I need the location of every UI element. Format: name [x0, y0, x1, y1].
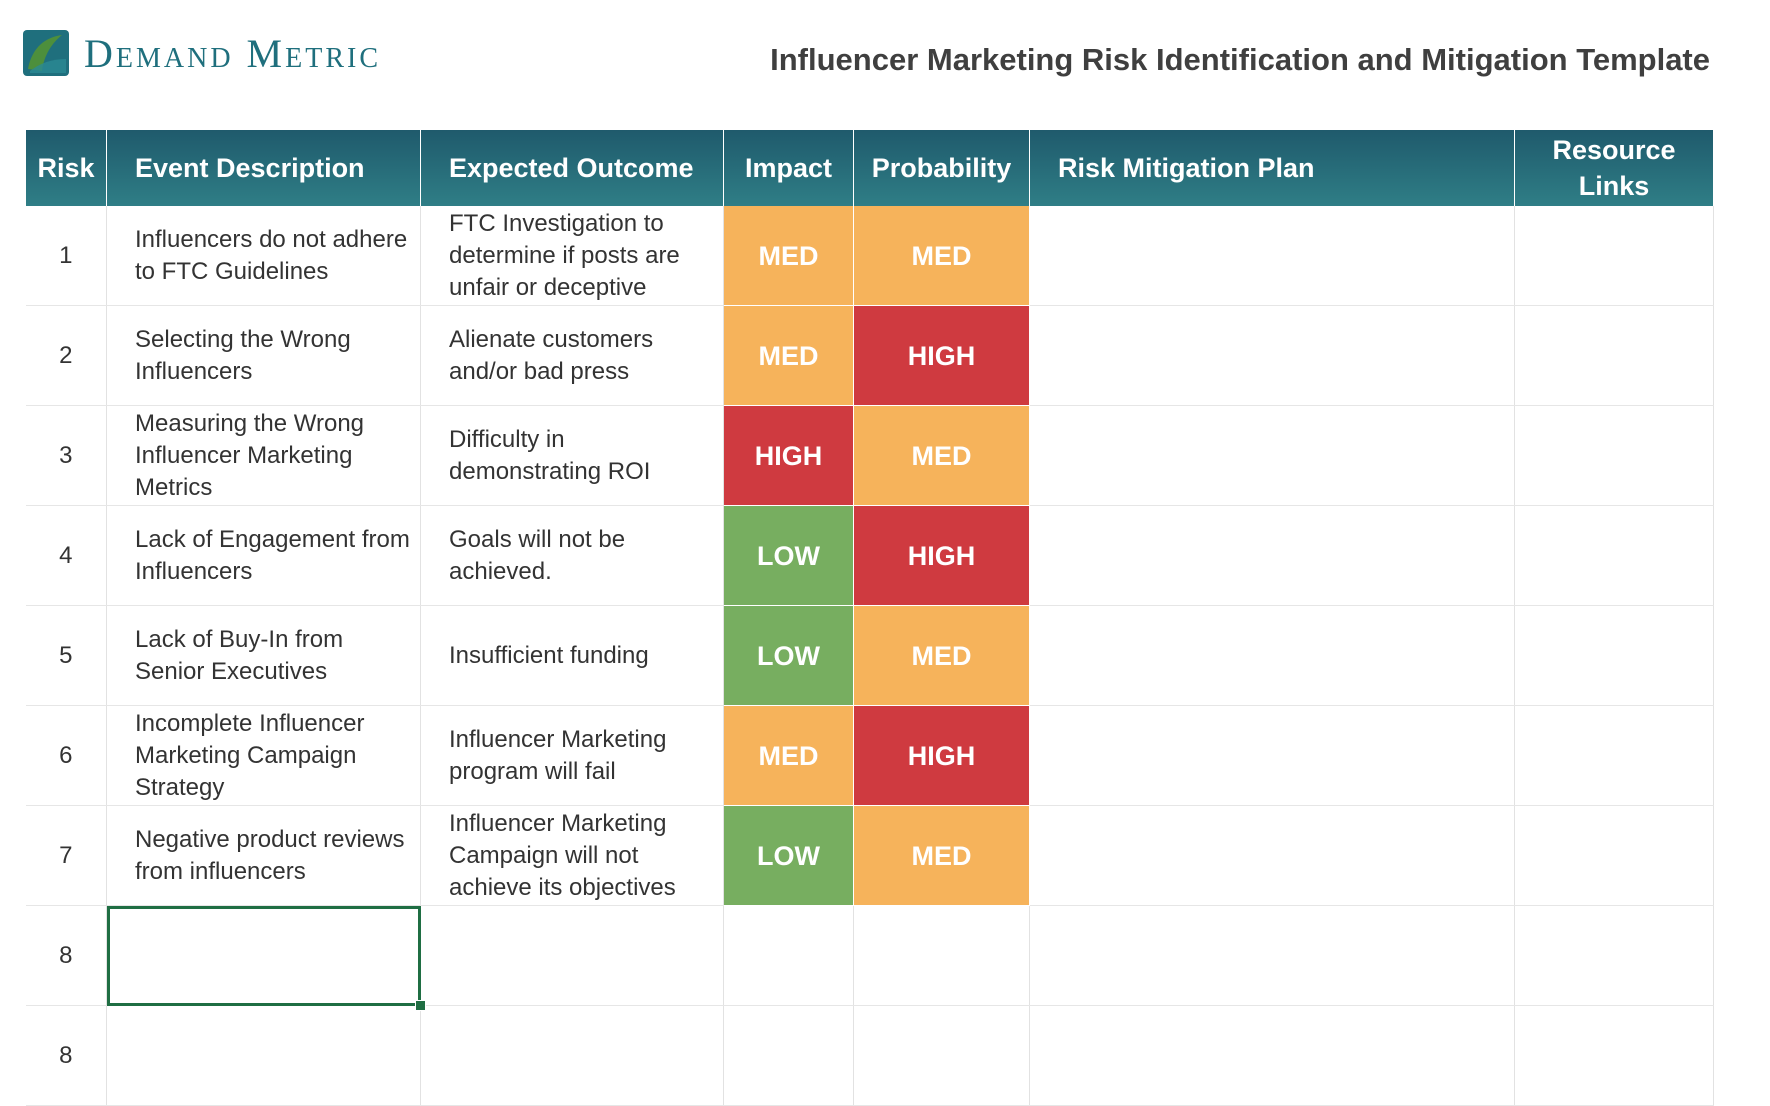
- table-row-empty: 8: [25, 1005, 1714, 1106]
- table-row: 5 Lack of Buy-In from Senior Executives …: [25, 605, 1714, 706]
- impact-cell[interactable]: LOW: [723, 505, 854, 606]
- risk-number-cell[interactable]: 2: [25, 305, 107, 406]
- mitigation-plan-cell[interactable]: [1029, 705, 1515, 806]
- header-row: Risk Event Description Expected Outcome …: [25, 130, 1714, 206]
- expected-outcome-cell[interactable]: Insufficient funding: [420, 605, 724, 706]
- impact-cell[interactable]: LOW: [723, 805, 854, 906]
- table-row: 7 Negative product reviews from influenc…: [25, 805, 1714, 906]
- resource-links-cell[interactable]: [1514, 1005, 1714, 1106]
- mitigation-plan-cell[interactable]: [1029, 605, 1515, 706]
- expected-outcome-cell[interactable]: FTC Investigation to determine if posts …: [420, 206, 724, 306]
- expected-outcome-cell[interactable]: Difficulty in demonstrating ROI: [420, 405, 724, 506]
- brand-name: Demand Metric: [84, 30, 381, 76]
- impact-cell[interactable]: HIGH: [723, 405, 854, 506]
- event-description-cell[interactable]: Influencers do not adhere to FTC Guideli…: [106, 206, 421, 306]
- header-resource-links[interactable]: Resource Links: [1514, 130, 1714, 206]
- header-expected-outcome[interactable]: Expected Outcome: [420, 130, 724, 206]
- resource-links-cell[interactable]: [1514, 805, 1714, 906]
- risk-number-cell[interactable]: 5: [25, 605, 107, 706]
- resource-links-cell[interactable]: [1514, 905, 1714, 1006]
- mitigation-plan-cell[interactable]: [1029, 206, 1515, 306]
- mitigation-plan-cell[interactable]: [1029, 405, 1515, 506]
- resource-links-cell[interactable]: [1514, 405, 1714, 506]
- probability-cell[interactable]: MED: [853, 605, 1030, 706]
- probability-cell[interactable]: HIGH: [853, 305, 1030, 406]
- mitigation-plan-cell[interactable]: [1029, 305, 1515, 406]
- table-row: 6 Incomplete Influencer Marketing Campai…: [25, 705, 1714, 806]
- probability-cell[interactable]: MED: [853, 805, 1030, 906]
- probability-cell[interactable]: [853, 905, 1030, 1006]
- expected-outcome-cell[interactable]: [420, 1005, 724, 1106]
- impact-cell[interactable]: MED: [723, 305, 854, 406]
- header-risk-mitigation-plan[interactable]: Risk Mitigation Plan: [1029, 130, 1515, 206]
- header-probability[interactable]: Probability: [853, 130, 1030, 206]
- mitigation-plan-cell[interactable]: [1029, 505, 1515, 606]
- resource-links-cell[interactable]: [1514, 305, 1714, 406]
- table-row: 1 Influencers do not adhere to FTC Guide…: [25, 206, 1714, 306]
- event-description-cell[interactable]: Lack of Buy-In from Senior Executives: [106, 605, 421, 706]
- table-row: 2 Selecting the Wrong Influencers Aliena…: [25, 305, 1714, 406]
- impact-cell[interactable]: MED: [723, 206, 854, 306]
- event-description-cell[interactable]: Incomplete Influencer Marketing Campaign…: [106, 705, 421, 806]
- table-row: 3 Measuring the Wrong Influencer Marketi…: [25, 405, 1714, 506]
- risk-table: Risk Event Description Expected Outcome …: [25, 130, 1714, 1106]
- impact-cell[interactable]: [723, 905, 854, 1006]
- demand-metric-logo-icon: [23, 30, 69, 76]
- probability-cell[interactable]: HIGH: [853, 505, 1030, 606]
- expected-outcome-cell[interactable]: Influencer Marketing program will fail: [420, 705, 724, 806]
- impact-cell[interactable]: MED: [723, 705, 854, 806]
- mitigation-plan-cell[interactable]: [1029, 1005, 1515, 1106]
- risk-number-cell[interactable]: 4: [25, 505, 107, 606]
- risk-number-cell[interactable]: 8: [25, 1005, 107, 1106]
- probability-cell[interactable]: MED: [853, 405, 1030, 506]
- expected-outcome-cell[interactable]: Alienate customers and/or bad press: [420, 305, 724, 406]
- resource-links-cell[interactable]: [1514, 705, 1714, 806]
- event-description-cell[interactable]: Measuring the Wrong Influencer Marketing…: [106, 405, 421, 506]
- impact-cell[interactable]: [723, 1005, 854, 1106]
- table-row: 4 Lack of Engagement from Influencers Go…: [25, 505, 1714, 606]
- risk-number-cell[interactable]: 6: [25, 705, 107, 806]
- risk-number-cell[interactable]: 7: [25, 805, 107, 906]
- probability-cell[interactable]: MED: [853, 206, 1030, 306]
- header-risk[interactable]: Risk: [25, 130, 107, 206]
- risk-number-cell[interactable]: 8: [25, 905, 107, 1006]
- fill-handle[interactable]: [415, 1000, 426, 1011]
- impact-cell[interactable]: LOW: [723, 605, 854, 706]
- event-description-cell[interactable]: Selecting the Wrong Influencers: [106, 305, 421, 406]
- brand-logo: Demand Metric: [22, 30, 381, 76]
- resource-links-cell[interactable]: [1514, 505, 1714, 606]
- mitigation-plan-cell[interactable]: [1029, 905, 1515, 1006]
- resource-links-cell[interactable]: [1514, 206, 1714, 306]
- table-row-empty: 8: [25, 905, 1714, 1011]
- mitigation-plan-cell[interactable]: [1029, 805, 1515, 906]
- risk-number-cell[interactable]: 3: [25, 405, 107, 506]
- event-description-cell[interactable]: Negative product reviews from influencer…: [106, 805, 421, 906]
- risk-number-cell[interactable]: 1: [25, 206, 107, 306]
- header-impact[interactable]: Impact: [723, 130, 854, 206]
- probability-cell[interactable]: HIGH: [853, 705, 1030, 806]
- resource-links-cell[interactable]: [1514, 605, 1714, 706]
- expected-outcome-cell[interactable]: [420, 905, 724, 1006]
- page-title: Influencer Marketing Risk Identification…: [770, 42, 1710, 77]
- probability-cell[interactable]: [853, 1005, 1030, 1106]
- header-event-description[interactable]: Event Description: [106, 130, 421, 206]
- event-description-cell-selected[interactable]: [106, 905, 426, 1011]
- event-description-cell[interactable]: Lack of Engagement from Influencers: [106, 505, 421, 606]
- expected-outcome-cell[interactable]: Influencer Marketing Campaign will not a…: [420, 805, 724, 906]
- event-description-cell[interactable]: [106, 1005, 421, 1106]
- expected-outcome-cell[interactable]: Goals will not be achieved.: [420, 505, 724, 606]
